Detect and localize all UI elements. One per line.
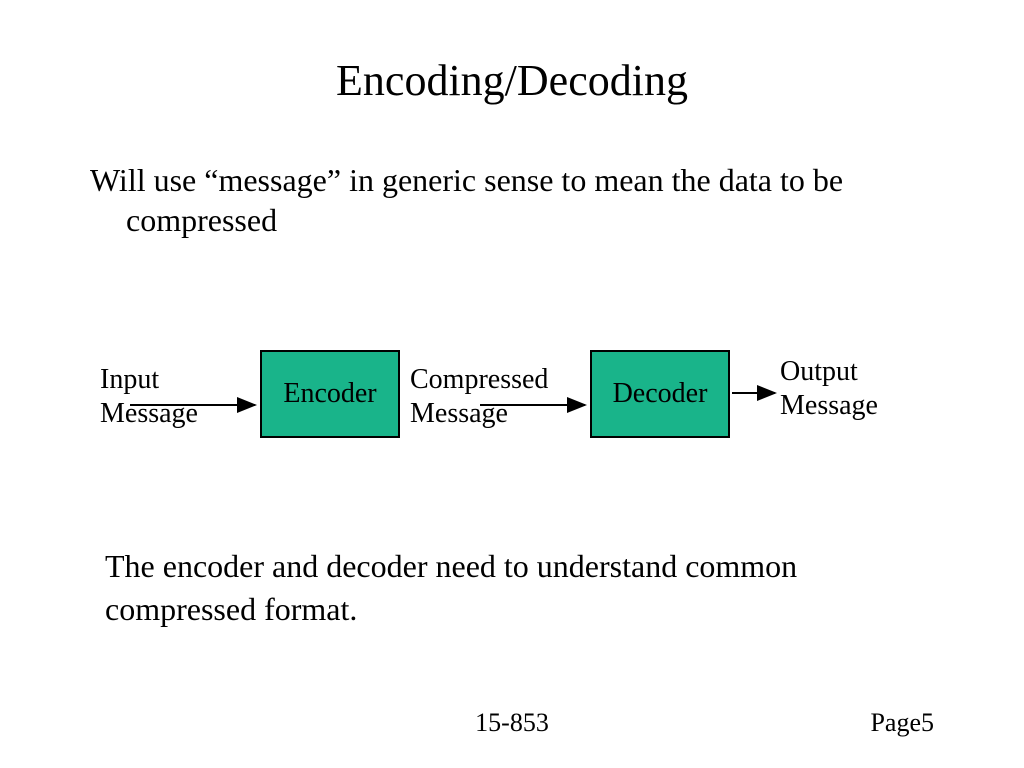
conclusion-text: The encoder and decoder need to understa…	[105, 545, 905, 631]
intro-text: Will use “message” in generic sense to m…	[90, 160, 976, 240]
encoding-diagram: InputMessage Encoder CompressedMessage D…	[90, 345, 960, 475]
encoder-box-label: Encoder	[283, 378, 376, 410]
decoder-box-label: Decoder	[613, 378, 708, 410]
compressed-message-label: CompressedMessage	[410, 363, 580, 430]
decoder-box: Decoder	[590, 350, 730, 438]
input-message-label: InputMessage	[100, 363, 220, 430]
slide-title: Encoding/Decoding	[0, 55, 1024, 106]
slide: Encoding/Decoding Will use “message” in …	[0, 0, 1024, 768]
output-message-label: OutputMessage	[780, 355, 920, 422]
encoder-box: Encoder	[260, 350, 400, 438]
footer-page-number: Page5	[870, 708, 934, 738]
